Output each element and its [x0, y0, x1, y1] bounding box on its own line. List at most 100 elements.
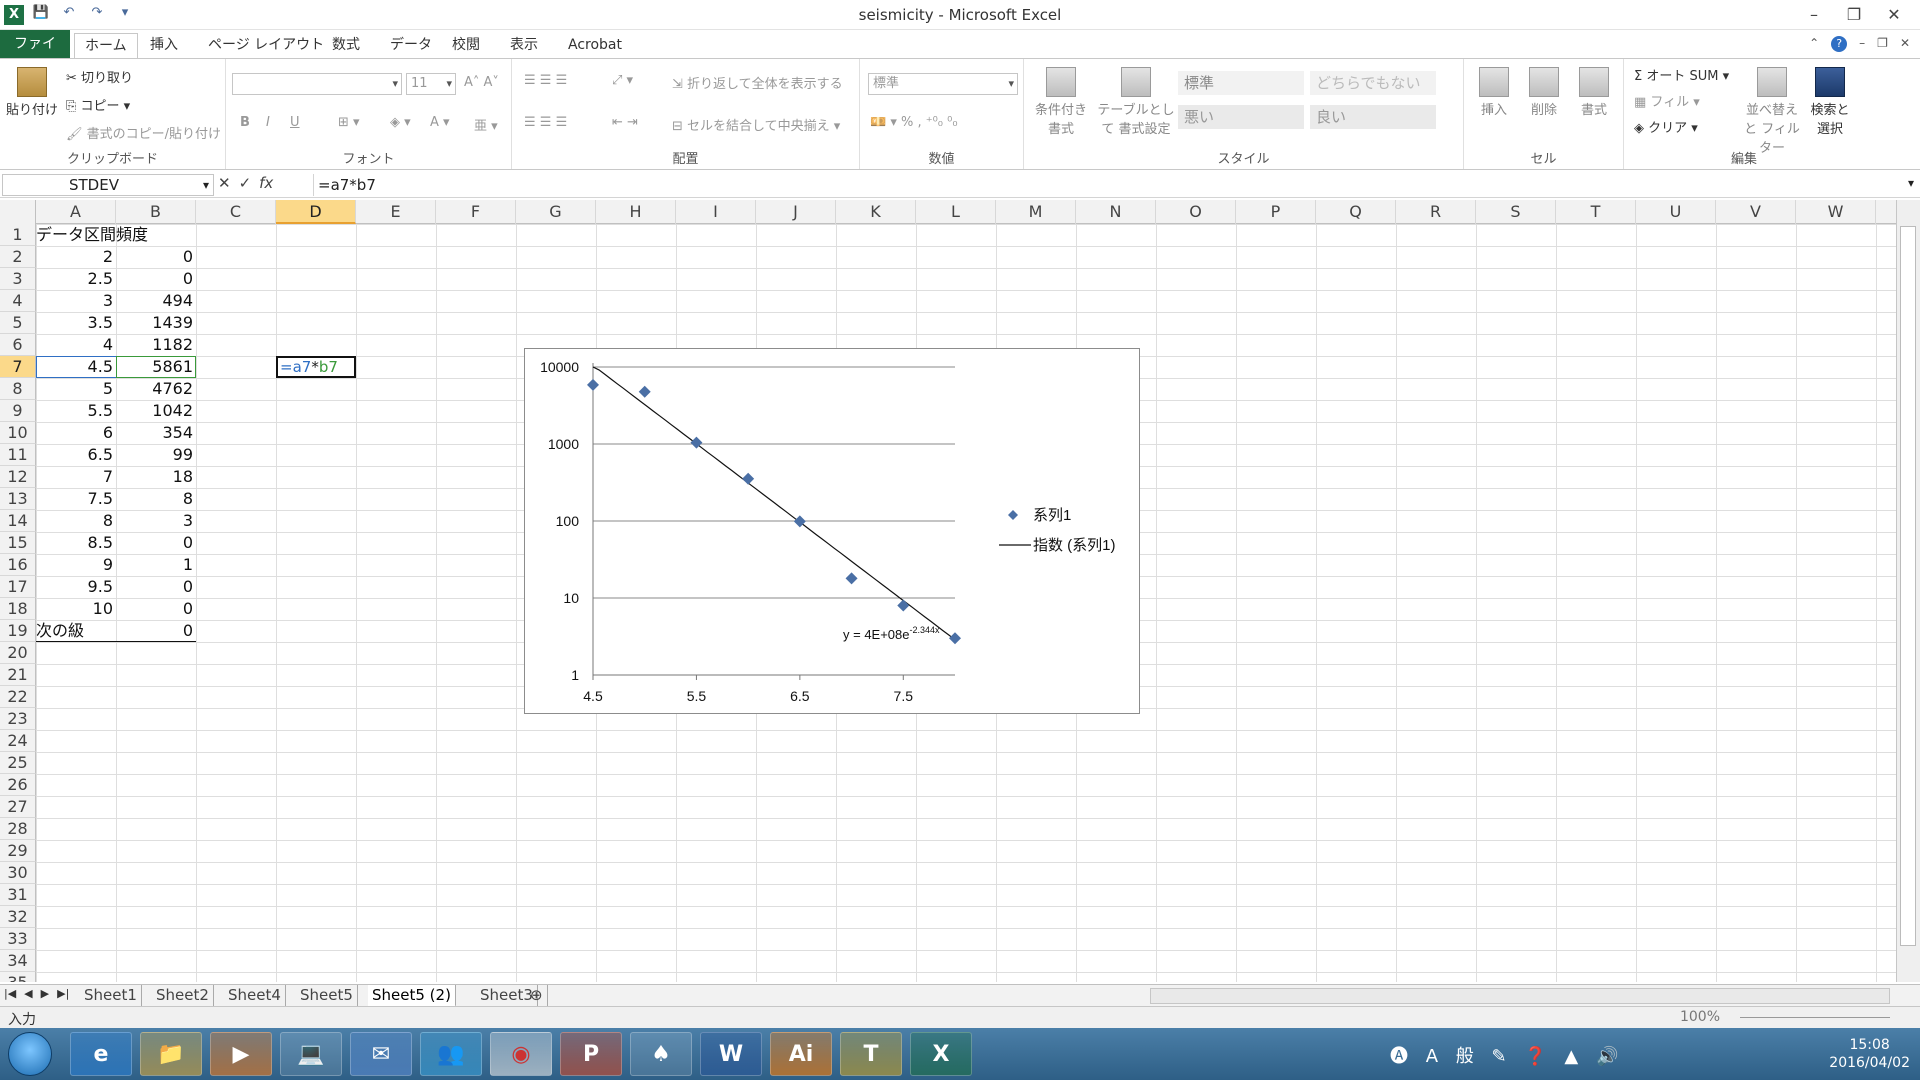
- column-header-d[interactable]: D: [276, 200, 356, 224]
- row-header-17[interactable]: 17: [0, 576, 36, 598]
- expand-formula-icon[interactable]: ▾: [1908, 176, 1914, 190]
- taskbar-app-icon[interactable]: ♠: [630, 1032, 692, 1076]
- start-button[interactable]: [8, 1032, 52, 1076]
- row-header-5[interactable]: 5: [0, 312, 36, 334]
- cell-b13[interactable]: 8: [116, 488, 196, 510]
- cell-b11[interactable]: 99: [116, 444, 196, 466]
- cell-b12[interactable]: 18: [116, 466, 196, 488]
- insert-cells-button[interactable]: 挿入: [1472, 67, 1516, 118]
- cell-a4[interactable]: 3: [36, 290, 116, 312]
- active-cell-d7[interactable]: =a7*b7: [276, 356, 356, 378]
- cell-b3[interactable]: 0: [116, 268, 196, 290]
- taskbar-word-icon[interactable]: W: [700, 1032, 762, 1076]
- cell-b4[interactable]: 494: [116, 290, 196, 312]
- wrap-text-button[interactable]: ⇲ 折り返して全体を表示する: [672, 73, 843, 92]
- formula-input[interactable]: =a7*b7: [313, 174, 1903, 196]
- row-header-29[interactable]: 29: [0, 840, 36, 862]
- underline-button[interactable]: U: [290, 115, 300, 130]
- cell-a15[interactable]: 8.5: [36, 532, 116, 554]
- row-header-28[interactable]: 28: [0, 818, 36, 840]
- cell-b1[interactable]: 頻度: [116, 224, 196, 246]
- style-neutral[interactable]: どちらでもない: [1310, 71, 1436, 95]
- taskbar-chrome-icon[interactable]: ◉: [490, 1032, 552, 1076]
- taskbar-media-player-icon[interactable]: ▶: [210, 1032, 272, 1076]
- cell-a19[interactable]: 次の級: [36, 620, 116, 642]
- minimize-button[interactable]: –: [1794, 2, 1834, 28]
- column-header-c[interactable]: C: [196, 200, 276, 224]
- cell-b14[interactable]: 3: [116, 510, 196, 532]
- tab-formulas[interactable]: 数式: [322, 33, 370, 58]
- vertical-scroll-thumb[interactable]: [1900, 226, 1916, 946]
- row-header-11[interactable]: 11: [0, 444, 36, 466]
- tab-view[interactable]: 表示: [500, 33, 548, 58]
- zoom-slider[interactable]: [1740, 1017, 1890, 1018]
- find-select-button[interactable]: 検索と 選択: [1804, 67, 1856, 137]
- number-format-buttons[interactable]: 💴 ▾ % , ⁺⁰₀ ⁰₀: [870, 115, 958, 130]
- cell-b19[interactable]: 0: [116, 620, 196, 642]
- row-header-26[interactable]: 26: [0, 774, 36, 796]
- workbook-restore-icon[interactable]: ❐: [1877, 36, 1888, 52]
- horizontal-scrollbar[interactable]: [1150, 988, 1890, 1004]
- cell-b2[interactable]: 0: [116, 246, 196, 268]
- cell-a1[interactable]: データ区間: [36, 224, 116, 246]
- prev-sheet-icon[interactable]: ◀: [24, 987, 32, 1000]
- taskbar-illustrator-icon[interactable]: Ai: [770, 1032, 832, 1076]
- cell-a14[interactable]: 8: [36, 510, 116, 532]
- vertical-scrollbar[interactable]: [1896, 200, 1920, 982]
- column-header-f[interactable]: F: [436, 200, 516, 224]
- cell-b9[interactable]: 1042: [116, 400, 196, 422]
- taskbar-mail-icon[interactable]: ✉: [350, 1032, 412, 1076]
- cell-a8[interactable]: 5: [36, 378, 116, 400]
- cell-a18[interactable]: 10: [36, 598, 116, 620]
- cell-a16[interactable]: 9: [36, 554, 116, 576]
- phonetic-button[interactable]: 亜 ▾: [474, 115, 498, 134]
- column-header-v[interactable]: V: [1716, 200, 1796, 224]
- system-tray-icons[interactable]: 🅐 A 般 ✎ ❓ ▲ 🔊: [1390, 1042, 1624, 1068]
- cell-a10[interactable]: 6: [36, 422, 116, 444]
- workbook-minimize-icon[interactable]: –: [1859, 36, 1865, 52]
- cell-a2[interactable]: 2: [36, 246, 116, 268]
- format-cells-button[interactable]: 書式: [1572, 67, 1616, 118]
- column-header-b[interactable]: B: [116, 200, 196, 224]
- cancel-entry-icon[interactable]: ✕: [218, 174, 231, 192]
- column-header-g[interactable]: G: [516, 200, 596, 224]
- cell-b6[interactable]: 1182: [116, 334, 196, 356]
- row-header-12[interactable]: 12: [0, 466, 36, 488]
- indent-buttons[interactable]: ⇤ ⇥: [612, 115, 638, 130]
- horizontal-align-buttons[interactable]: ☰ ☰ ☰: [524, 115, 567, 130]
- column-header-k[interactable]: K: [836, 200, 916, 224]
- sheet-tab-sheet1[interactable]: Sheet1: [80, 985, 142, 1007]
- column-header-q[interactable]: Q: [1316, 200, 1396, 224]
- column-header-a[interactable]: A: [36, 200, 116, 224]
- first-sheet-icon[interactable]: |◀: [4, 987, 16, 1000]
- sheet-tab-sheet4[interactable]: Sheet4: [224, 985, 286, 1007]
- number-format-select[interactable]: 標準: [868, 73, 1018, 95]
- taskbar-powerpoint-icon[interactable]: P: [560, 1032, 622, 1076]
- format-as-table-button[interactable]: テーブルとして 書式設定: [1096, 67, 1176, 137]
- cell-b18[interactable]: 0: [116, 598, 196, 620]
- tab-insert[interactable]: 挿入: [140, 33, 188, 58]
- clock[interactable]: 15:08 2016/04/02: [1829, 1036, 1910, 1072]
- cell-b16[interactable]: 1: [116, 554, 196, 576]
- next-sheet-icon[interactable]: ▶: [41, 987, 49, 1000]
- style-good[interactable]: 良い: [1310, 105, 1436, 129]
- row-header-8[interactable]: 8: [0, 378, 36, 400]
- tab-page-layout[interactable]: ページ レイアウト: [198, 33, 334, 58]
- column-header-n[interactable]: N: [1076, 200, 1156, 224]
- border-button[interactable]: ⊞ ▾: [338, 115, 360, 130]
- row-header-10[interactable]: 10: [0, 422, 36, 444]
- scatter-chart[interactable]: 1 10 100 1000 10000 4.5 5.5 6.5 7.5 y = 4E+08e-2.…: [524, 348, 1140, 714]
- copy-button[interactable]: ⎘ コピー ▾: [66, 95, 130, 114]
- row-header-16[interactable]: 16: [0, 554, 36, 576]
- column-header-j[interactable]: J: [756, 200, 836, 224]
- cell-b15[interactable]: 0: [116, 532, 196, 554]
- column-header-o[interactable]: O: [1156, 200, 1236, 224]
- row-header-14[interactable]: 14: [0, 510, 36, 532]
- last-sheet-icon[interactable]: ▶|: [57, 987, 69, 1000]
- row-header-19[interactable]: 19: [0, 620, 36, 642]
- tab-acrobat[interactable]: Acrobat: [558, 33, 632, 58]
- conditional-format-button[interactable]: 条件付き 書式: [1030, 67, 1092, 137]
- insert-sheet-icon[interactable]: ⊕: [526, 985, 548, 1007]
- sheet-tab-sheet2[interactable]: Sheet2: [152, 985, 214, 1007]
- sheet-navigation[interactable]: |◀ ◀ ▶ ▶|: [4, 987, 69, 1000]
